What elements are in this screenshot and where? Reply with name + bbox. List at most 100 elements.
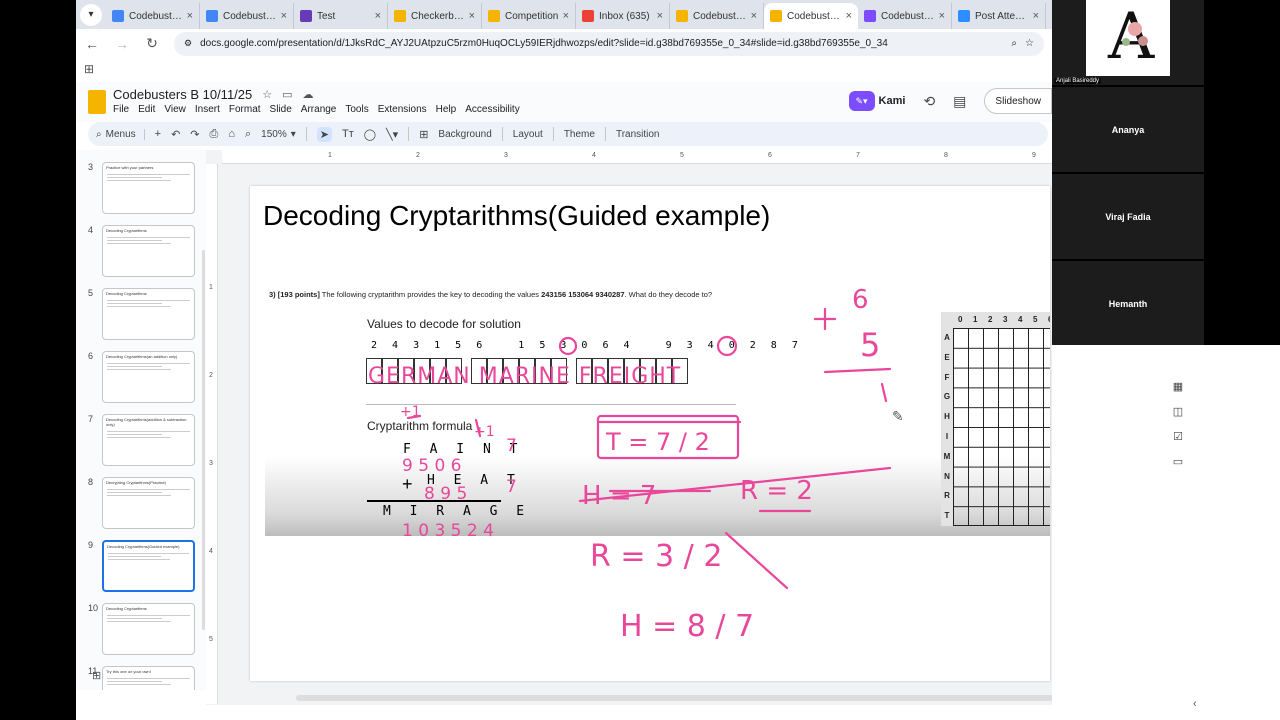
close-icon[interactable]: × — [657, 10, 663, 22]
slide-thumbnail[interactable]: Decoding Cryptarithms — [102, 603, 195, 655]
calendar-icon[interactable]: ▦ — [1173, 380, 1183, 393]
new-slide-icon[interactable]: + — [155, 128, 161, 140]
menu-item-insert[interactable]: Insert — [195, 104, 220, 115]
back-icon[interactable]: ← — [84, 36, 100, 52]
close-icon[interactable]: × — [939, 10, 945, 22]
comments-icon[interactable]: ▤ — [953, 93, 966, 110]
layout-button[interactable]: Layout — [513, 129, 543, 140]
menu-item-accessibility[interactable]: Accessibility — [465, 104, 519, 115]
slide-thumbnail[interactable]: Decoding Cryptarithms — [102, 288, 195, 340]
close-icon[interactable]: × — [1033, 10, 1039, 22]
filmstrip-scrollbar[interactable] — [202, 250, 205, 630]
ruler-mark: 3 — [504, 152, 508, 159]
participant-tile[interactable]: Hemanth — [1052, 261, 1204, 346]
answer-box — [471, 358, 487, 384]
slide-thumbnail[interactable]: Decrypting Cryptarithms(Practice) — [102, 477, 195, 529]
zoom-icon[interactable]: ⌕ — [1011, 38, 1017, 49]
tab-search-icon[interactable]: ▾ — [80, 3, 102, 26]
slide-thumbnail[interactable]: Try this one on your own! — [102, 666, 195, 690]
expand-panel-icon[interactable]: ‹ — [1193, 698, 1197, 710]
undo-icon[interactable]: ↶ — [171, 128, 180, 141]
slides-logo-icon[interactable] — [88, 90, 106, 114]
menu-item-file[interactable]: File — [113, 104, 129, 115]
version-history-icon[interactable]: ⟲ — [923, 93, 935, 110]
browser-tab[interactable]: Codebusters × — [670, 3, 764, 29]
kami-extension-icon[interactable]: ✎▾ — [848, 91, 875, 111]
menu-item-extensions[interactable]: Extensions — [378, 104, 427, 115]
background-button[interactable]: Background — [438, 129, 491, 140]
slide-thumbnail[interactable]: Decoding Cryptarithms(an addition only) — [102, 351, 195, 403]
slide-title[interactable]: Decoding Cryptarithms(Guided example) — [263, 200, 770, 232]
site-info-icon[interactable]: ⚙ — [184, 38, 192, 49]
zoom-select[interactable]: 150% ▾ — [261, 129, 296, 140]
browser-tab[interactable]: Inbox (635) × — [576, 3, 670, 29]
close-icon[interactable]: × — [563, 10, 569, 22]
thumbnail-line — [107, 434, 162, 435]
browser-tab[interactable]: Test × — [294, 3, 388, 29]
grid-column-label: 4 — [1018, 315, 1023, 324]
slideshow-button[interactable]: Slideshow — [984, 88, 1052, 114]
self-video-tile[interactable]: A Anjali Basireddy — [1052, 0, 1204, 85]
browser-tab[interactable]: Codebusters × — [858, 3, 952, 29]
thumbnail-title: Practice with your partners — [106, 165, 154, 170]
slide[interactable]: Decoding Cryptarithms(Guided example) 3)… — [250, 186, 1050, 681]
zoom-icon[interactable]: ⌕ — [245, 128, 251, 141]
paint-format-icon[interactable]: ⌂ — [228, 128, 235, 140]
star-icon[interactable]: ☆ — [262, 88, 272, 101]
answer-box — [656, 358, 672, 384]
keep-icon[interactable]: ◫ — [1173, 405, 1183, 418]
print-icon[interactable]: ⎙ — [210, 128, 219, 141]
comment-add-icon[interactable]: ⊞ — [419, 128, 428, 141]
slide-thumbnail[interactable]: Decoding Cryptarithms — [102, 225, 195, 277]
question-values: 243156 153064 9340287 — [541, 290, 625, 299]
close-icon[interactable]: × — [187, 10, 193, 22]
forward-icon[interactable]: → — [114, 36, 130, 52]
browser-tab[interactable]: Competition × — [482, 3, 576, 29]
browser-tab[interactable]: Checkerboar × — [388, 3, 482, 29]
close-icon[interactable]: × — [751, 10, 757, 22]
move-folder-icon[interactable]: ▭ — [282, 88, 292, 101]
url-field[interactable]: ⚙ docs.google.com/presentation/d/1JksRdC… — [174, 31, 1044, 56]
tasks-icon[interactable]: ☑ — [1173, 430, 1183, 443]
reload-icon[interactable]: ↻ — [144, 35, 160, 52]
slide-thumbnail[interactable]: Decoding Cryptarithms(addition & subtrac… — [102, 414, 195, 466]
participant-tile[interactable]: Ananya — [1052, 87, 1204, 172]
menu-item-view[interactable]: View — [164, 104, 186, 115]
browser-tab[interactable]: Codebusters × — [764, 3, 858, 29]
close-icon[interactable]: × — [281, 10, 287, 22]
close-icon[interactable]: × — [469, 10, 475, 22]
menu-item-tools[interactable]: Tools — [345, 104, 368, 115]
text-box-icon[interactable]: Tт — [342, 128, 354, 140]
folder-icon[interactable]: ▭ — [1173, 455, 1183, 468]
document-title[interactable]: Codebusters B 10/11/25 — [113, 87, 252, 102]
thumbnail-line — [107, 366, 162, 367]
browser-tab[interactable]: Codebusters × — [200, 3, 294, 29]
participant-tile[interactable]: Viraj Fadia — [1052, 174, 1204, 259]
menus-search[interactable]: ⌕ Menus — [96, 128, 145, 140]
slide-thumbnail[interactable]: Practice with your partners — [102, 162, 195, 214]
kami-label[interactable]: Kami — [879, 95, 906, 107]
shape-icon[interactable]: ◯ — [364, 128, 376, 141]
slide-thumbnail[interactable]: Decoding Cryptarithms(Guided example) — [102, 540, 195, 592]
bookmark-star-icon[interactable]: ☆ — [1025, 38, 1034, 49]
browser-tab[interactable]: Post Attende × — [952, 3, 1046, 29]
menu-item-arrange[interactable]: Arrange — [301, 104, 337, 115]
line-icon[interactable]: ╲▾ — [386, 128, 398, 141]
close-icon[interactable]: × — [846, 10, 852, 22]
transition-button[interactable]: Transition — [616, 129, 660, 140]
grid-row-label: H — [941, 407, 953, 427]
worksheet-image[interactable]: 3) [193 points] The following cryptarith… — [265, 270, 1050, 536]
menu-item-edit[interactable]: Edit — [138, 104, 155, 115]
apps-grid-icon[interactable]: ⊞ — [84, 62, 94, 76]
theme-button[interactable]: Theme — [564, 129, 595, 140]
menu-item-help[interactable]: Help — [436, 104, 457, 115]
redo-icon[interactable]: ↷ — [190, 128, 199, 141]
browser-tab[interactable]: Codebusters × — [106, 3, 200, 29]
select-cursor-icon[interactable]: ➤ — [316, 126, 332, 142]
menu-item-format[interactable]: Format — [229, 104, 261, 115]
cloud-status-icon[interactable]: ☁ — [303, 88, 314, 101]
menu-item-slide[interactable]: Slide — [270, 104, 292, 115]
canvas-horizontal-scrollbar[interactable] — [296, 695, 1052, 701]
close-icon[interactable]: × — [375, 10, 381, 22]
search-icon: ⌕ — [96, 128, 102, 140]
